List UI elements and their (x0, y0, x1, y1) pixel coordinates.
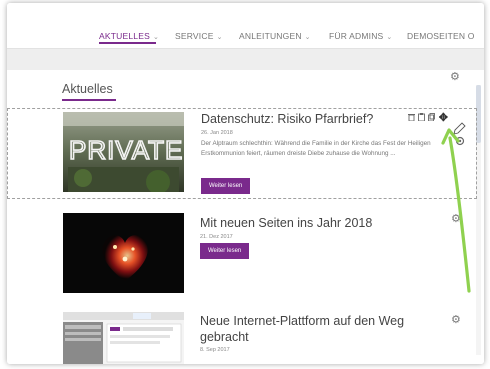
active-indicator (99, 42, 156, 44)
news-item[interactable]: Neue Internet-Plattform auf den Weg gebr… (7, 310, 477, 364)
article-image[interactable] (63, 213, 184, 293)
news-item[interactable]: Mit neuen Seiten ins Jahr 2018 21. Dez 2… (7, 210, 477, 295)
nav-item-fuer-admins[interactable]: FÜR ADMINS ⌄ (329, 31, 393, 41)
image-caption: PRIVATE (69, 135, 183, 165)
gear-icon[interactable]: ⚙ (451, 212, 461, 225)
chevron-down-icon: ⌄ (304, 34, 311, 41)
edit-toolbar: ✥ (408, 111, 449, 124)
chevron-down-icon: ⌄ (386, 34, 393, 41)
article-date: 8. Sep 2017 (200, 347, 230, 353)
chevron-down-icon: ⌄ (152, 34, 160, 41)
nav-item-aktuelles[interactable]: AKTUELLES ⌄ (99, 31, 160, 44)
section-title: Aktuelles (62, 82, 113, 96)
paste-icon[interactable] (418, 113, 427, 123)
section-underline (62, 99, 116, 101)
move-icon[interactable]: ✥ (439, 112, 448, 124)
article-excerpt: Der Alptraum schlechthin: Während die Fa… (201, 140, 431, 157)
gear-icon[interactable]: ⚙ (451, 313, 461, 326)
subnav-bar (7, 48, 484, 70)
nav-item-demoseiten[interactable]: DEMOSEITEN O (407, 31, 475, 41)
article-image[interactable] (63, 312, 184, 364)
chevron-down-icon: ⌄ (216, 34, 223, 41)
private-sign-image: PRIVATE (63, 112, 184, 192)
nav-label: DEMOSEITEN O (407, 31, 475, 41)
copy-icon[interactable] (428, 113, 437, 123)
read-more-button[interactable]: Weiter lesen (200, 243, 250, 259)
settings-icon[interactable] (454, 134, 466, 152)
nav-label: AKTUELLES (99, 31, 150, 41)
article-image[interactable]: PRIVATE (63, 112, 184, 192)
nav-item-service[interactable]: SERVICE ⌄ (175, 31, 223, 41)
article-title[interactable]: Datenschutz: Risiko Pfarrbrief? (201, 112, 373, 126)
read-more-button[interactable]: Weiter lesen (201, 178, 251, 194)
main-navigation: AKTUELLES ⌄ SERVICE ⌄ ANLEITUNGEN ⌄ FÜR ADM… (7, 3, 484, 45)
browser-frame: AKTUELLES ⌄ SERVICE ⌄ ANLEITUNGEN ⌄ FÜR ADM… (7, 3, 484, 364)
news-item-selected[interactable]: PRIVATE Datenschutz: Risiko Pfarrbrief? … (7, 108, 477, 199)
platform-screenshot-image (63, 312, 184, 364)
nav-label: FÜR ADMINS (329, 31, 384, 41)
nav-label: SERVICE (175, 31, 214, 41)
article-title[interactable]: Neue Internet-Plattform auf den Weg (200, 314, 404, 328)
gear-icon[interactable]: ⚙ (450, 70, 460, 83)
nav-label: ANLEITUNGEN (239, 31, 302, 41)
article-date: 26. Jan 2018 (201, 130, 233, 136)
fireworks-heart-image (63, 213, 184, 293)
article-date: 21. Dez 2017 (200, 234, 233, 240)
article-title[interactable]: Mit neuen Seiten ins Jahr 2018 (200, 216, 372, 230)
main-content: ⚙ Aktuelles PRIVATE Datenschutz: Risiko … (7, 70, 484, 364)
article-title-line-2[interactable]: gebracht (200, 330, 249, 344)
nav-item-anleitungen[interactable]: ANLEITUNGEN ⌄ (239, 31, 311, 41)
trash-icon[interactable] (408, 114, 417, 123)
